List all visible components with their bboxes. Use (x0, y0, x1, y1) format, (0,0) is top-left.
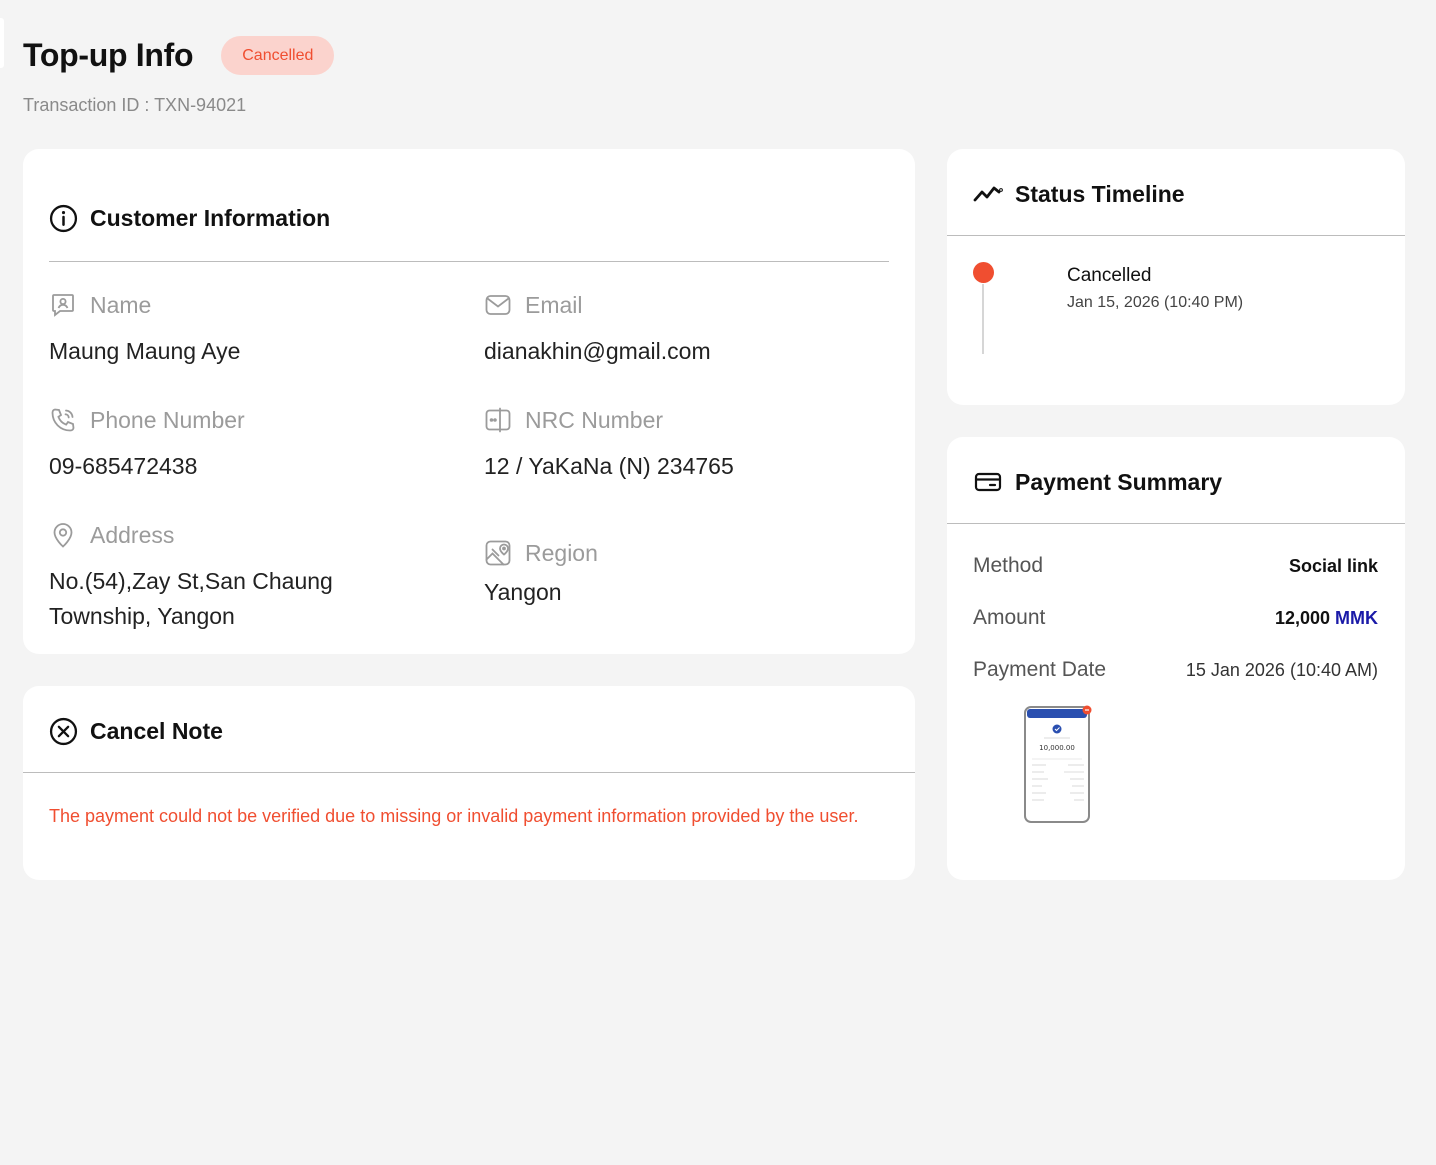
phone-label: Phone Number (90, 406, 245, 433)
map-icon (484, 539, 512, 567)
name-value: Maung Maung Aye (49, 338, 241, 364)
transaction-id: Transaction ID : TXN-94021 (23, 95, 334, 116)
divider (23, 772, 915, 773)
customer-information-title: Customer Information (90, 205, 331, 231)
payment-summary-title: Payment Summary (1015, 468, 1223, 495)
method-label: Method (973, 554, 1044, 577)
transaction-id-value: TXN-94021 (154, 95, 247, 115)
phone-field: Phone Number 09-685472438 (49, 406, 245, 484)
name-label: Name (90, 291, 152, 318)
timeline-dot (973, 262, 994, 283)
nrc-label: NRC Number (525, 406, 664, 433)
amount-value: 12,000 MMK (1275, 608, 1378, 629)
amount-label: Amount (973, 606, 1046, 629)
payment-date-label: Payment Date (973, 658, 1107, 681)
contact-card-icon (49, 291, 77, 319)
status-badge: Cancelled (221, 36, 335, 75)
info-icon (49, 204, 78, 233)
timeline-connector (982, 284, 984, 354)
transaction-id-label: Transaction ID : (23, 95, 155, 115)
cancel-note-header: Cancel Note (49, 717, 223, 746)
email-field: Email dianakhin@gmail.com (484, 291, 711, 369)
region-value: Yangon (484, 579, 562, 605)
amount-number: 12,000 (1274, 607, 1330, 628)
email-label: Email (525, 291, 583, 318)
method-row: Method Social link (973, 554, 1378, 578)
customer-information-card: Customer Information Name Maung Maung Ay… (23, 149, 915, 654)
address-line-2: Township, Yangon (49, 603, 235, 629)
customer-information-header: Customer Information (49, 204, 330, 233)
status-timeline-title: Status Timeline (1015, 180, 1185, 207)
divider (49, 261, 889, 262)
phone-value: 09-685472438 (49, 453, 198, 479)
email-value: dianakhin@gmail.com (484, 338, 711, 364)
address-line-1: No.(54),Zay St,San Chaung (49, 568, 333, 594)
amount-currency: MMK (1335, 607, 1378, 628)
cancel-circle-icon (49, 717, 78, 746)
status-timeline-header: Status Timeline (973, 179, 1185, 209)
payment-date-row: Payment Date 15 Jan 2026 (10:40 AM) (973, 658, 1378, 682)
page-header: Top-up Info Cancelled Transaction ID : T… (23, 36, 335, 116)
phone-icon (49, 406, 77, 434)
address-field: Address No.(54),Zay St,San Chaung Townsh… (49, 521, 333, 634)
receipt-thumbnail[interactable]: 10,000.00 (1024, 705, 1092, 825)
amount-row: Amount 12,000 MMK (973, 606, 1378, 630)
mail-icon (484, 291, 512, 319)
region-label: Region (525, 539, 598, 566)
payment-date-value: 15 Jan 2026 (10:40 AM) (1185, 659, 1378, 680)
nrc-field: NRC Number 12 / YaKaNa (N) 234765 (484, 406, 734, 484)
page-title: Top-up Info (23, 37, 194, 73)
credit-card-icon (973, 467, 1003, 497)
region-field: Region Yangon (484, 539, 598, 610)
divider (947, 235, 1405, 236)
nrc-value: 12 / YaKaNa (N) 234765 (484, 453, 734, 479)
cancel-note-text: The payment could not be verified due to… (49, 806, 859, 826)
location-pin-icon (49, 521, 77, 549)
payment-summary-card: Payment Summary Method Social link Amoun… (947, 437, 1405, 880)
payment-summary-header: Payment Summary (973, 467, 1222, 497)
trend-line-icon (973, 179, 1003, 209)
method-value: Social link (1288, 555, 1378, 576)
receipt-amount: 10,000.00 (1039, 744, 1075, 752)
address-value: No.(54),Zay St,San Chaung Township, Yang… (49, 564, 333, 634)
timeline-date: Jan 15, 2026 (10:40 PM) (1067, 294, 1244, 311)
cancel-note-title: Cancel Note (90, 718, 223, 744)
address-label: Address (90, 521, 175, 548)
cancel-note-card: Cancel Note The payment could not be ver… (23, 686, 915, 880)
id-card-icon (484, 406, 512, 434)
name-field: Name Maung Maung Aye (49, 291, 240, 369)
divider (947, 523, 1405, 524)
timeline-status: Cancelled (1067, 265, 1152, 286)
status-timeline-card: Status Timeline Cancelled Jan 15, 2026 (… (947, 149, 1405, 405)
side-drawer-tab[interactable] (0, 18, 4, 68)
